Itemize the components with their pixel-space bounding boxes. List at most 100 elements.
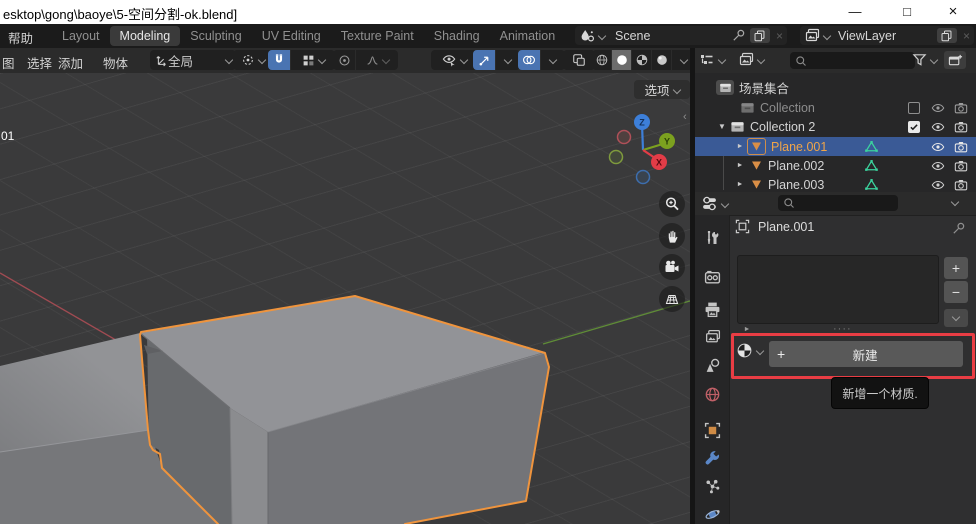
pin-icon[interactable] <box>951 221 966 236</box>
row-label[interactable]: 场景集合 <box>739 78 789 97</box>
tab-scene[interactable] <box>702 355 722 375</box>
hide-eye-icon[interactable] <box>931 120 945 134</box>
row-label[interactable]: Plane.001 <box>771 140 827 154</box>
collapse-triangle-icon[interactable]: ▼ <box>717 122 727 131</box>
proportional-editing-toggle[interactable] <box>333 50 355 70</box>
row-label[interactable]: Collection 2 <box>750 120 815 134</box>
add-material-slot-button[interactable]: + <box>944 257 968 279</box>
tab-output[interactable] <box>702 299 722 319</box>
hide-eye-icon[interactable] <box>931 159 945 173</box>
close-button[interactable]: × <box>936 0 970 24</box>
outliner-display-mode-dropdown[interactable] <box>738 52 764 68</box>
properties-options-chevron-icon[interactable] <box>951 198 959 206</box>
maximize-button[interactable]: □ <box>890 0 924 24</box>
tab-shading[interactable]: Shading <box>424 26 490 46</box>
viewlayer-name[interactable]: ViewLayer <box>838 29 896 43</box>
shading-material-button[interactable] <box>632 50 651 70</box>
tab-object[interactable] <box>702 420 722 440</box>
navigation-gizmo[interactable]: Z Y X <box>595 100 695 192</box>
unlink-scene-icon[interactable]: × <box>776 29 783 43</box>
tab-modifiers[interactable] <box>702 448 722 468</box>
add-menu[interactable]: 添加 <box>58 53 83 72</box>
pin-icon[interactable] <box>731 28 746 43</box>
gizmo-axis-neg-y[interactable] <box>610 151 623 164</box>
object-menu[interactable]: 物体 <box>103 53 128 72</box>
tab-uv-editing[interactable]: UV Editing <box>252 26 331 46</box>
row-scene-collection[interactable]: 场景集合 <box>695 78 976 97</box>
material-specials-dropdown[interactable] <box>944 309 968 327</box>
help-menu[interactable]: 帮助 <box>8 28 33 47</box>
mesh-object-selected[interactable] <box>140 296 549 524</box>
hide-eye-icon[interactable] <box>931 178 945 192</box>
shading-wireframe-button[interactable] <box>592 50 611 70</box>
shading-solid-button[interactable] <box>612 50 631 70</box>
move-view-button[interactable] <box>659 223 685 249</box>
tab-physics[interactable] <box>702 504 722 524</box>
zoom-view-button[interactable] <box>659 191 685 217</box>
viewlayer-selector[interactable]: ViewLayer × <box>800 26 974 45</box>
tab-world[interactable] <box>702 384 722 404</box>
scene-selector[interactable]: Scene × <box>575 26 787 45</box>
gizmos-dropdown[interactable] <box>496 50 520 70</box>
properties-search-input[interactable] <box>778 195 898 211</box>
properties-editor-type-dropdown[interactable] <box>701 195 728 212</box>
proportional-falloff-dropdown[interactable] <box>356 50 398 70</box>
new-viewlayer-button[interactable] <box>937 28 957 43</box>
viewport-3d[interactable]: 01 选项 ‹ Z Y X <box>0 73 690 524</box>
xray-toggle[interactable] <box>563 50 595 70</box>
expand-triangle-icon[interactable]: ► <box>735 162 745 169</box>
row-collection[interactable]: Collection <box>695 98 976 117</box>
render-camera-icon[interactable] <box>954 178 968 192</box>
new-scene-button[interactable] <box>750 28 770 43</box>
row-label[interactable]: Collection <box>760 101 815 115</box>
tab-texture-paint[interactable]: Texture Paint <box>331 26 424 46</box>
overlays-toggle[interactable] <box>518 50 540 70</box>
tab-render[interactable] <box>702 267 722 287</box>
shading-rendered-button[interactable] <box>652 50 671 70</box>
row-collection-2[interactable]: ▼ Collection 2 <box>695 117 976 136</box>
material-slot-list[interactable] <box>737 255 939 324</box>
tab-particles[interactable] <box>702 476 722 496</box>
row-label[interactable]: Plane.003 <box>768 178 824 192</box>
row-plane-001-selected[interactable]: ► Plane.001 <box>695 137 976 156</box>
tab-view-layer[interactable] <box>702 327 722 347</box>
exclude-checkbox-checked[interactable] <box>908 121 920 133</box>
editor-type-dropdown[interactable] <box>699 52 725 68</box>
panel-expand-triangle-icon[interactable]: ► <box>742 326 752 333</box>
minimize-button[interactable]: — <box>838 0 872 24</box>
gizmos-toggle[interactable] <box>473 50 495 70</box>
expand-triangle-icon[interactable]: ► <box>735 143 745 150</box>
tab-layout[interactable]: Layout <box>52 26 110 46</box>
gizmo-axis-neg-z[interactable] <box>637 171 650 184</box>
view-menu[interactable]: 图 <box>2 53 15 72</box>
new-collection-button[interactable] <box>944 51 966 69</box>
snap-toggle[interactable] <box>268 50 290 70</box>
hide-eye-icon[interactable] <box>931 101 945 115</box>
outliner-search-input[interactable] <box>790 52 915 69</box>
gizmo-axis-neg-x[interactable] <box>618 131 631 144</box>
exclude-checkbox-unchecked[interactable] <box>908 102 920 114</box>
remove-material-slot-button[interactable]: − <box>944 281 968 303</box>
render-camera-icon[interactable] <box>954 120 968 134</box>
breadcrumb-object-name[interactable]: Plane.001 <box>758 220 814 234</box>
toggle-ortho-button[interactable] <box>659 286 685 312</box>
tab-animation[interactable]: Animation <box>490 26 566 46</box>
expand-triangle-icon[interactable]: ► <box>735 181 745 188</box>
tab-modeling[interactable]: Modeling <box>110 26 181 46</box>
row-label[interactable]: Plane.002 <box>768 159 824 173</box>
scene-name[interactable]: Scene <box>615 29 650 43</box>
tab-tool[interactable] <box>702 228 722 248</box>
outliner-filter-dropdown[interactable] <box>912 52 937 67</box>
transform-orientation-dropdown[interactable]: 全局 <box>150 50 236 70</box>
render-camera-icon[interactable] <box>954 101 968 115</box>
tab-sculpting[interactable]: Sculpting <box>180 26 251 46</box>
row-plane-002[interactable]: ► Plane.002 <box>695 156 976 175</box>
render-camera-icon[interactable] <box>954 159 968 173</box>
hide-eye-icon[interactable] <box>931 140 945 154</box>
camera-view-button[interactable] <box>659 254 685 280</box>
select-menu[interactable]: 选择 <box>27 53 52 72</box>
visibility-dropdown[interactable] <box>431 50 477 70</box>
remove-viewlayer-icon[interactable]: × <box>963 29 970 43</box>
snap-target-dropdown[interactable] <box>291 50 335 70</box>
overlays-dropdown[interactable] <box>541 50 565 70</box>
